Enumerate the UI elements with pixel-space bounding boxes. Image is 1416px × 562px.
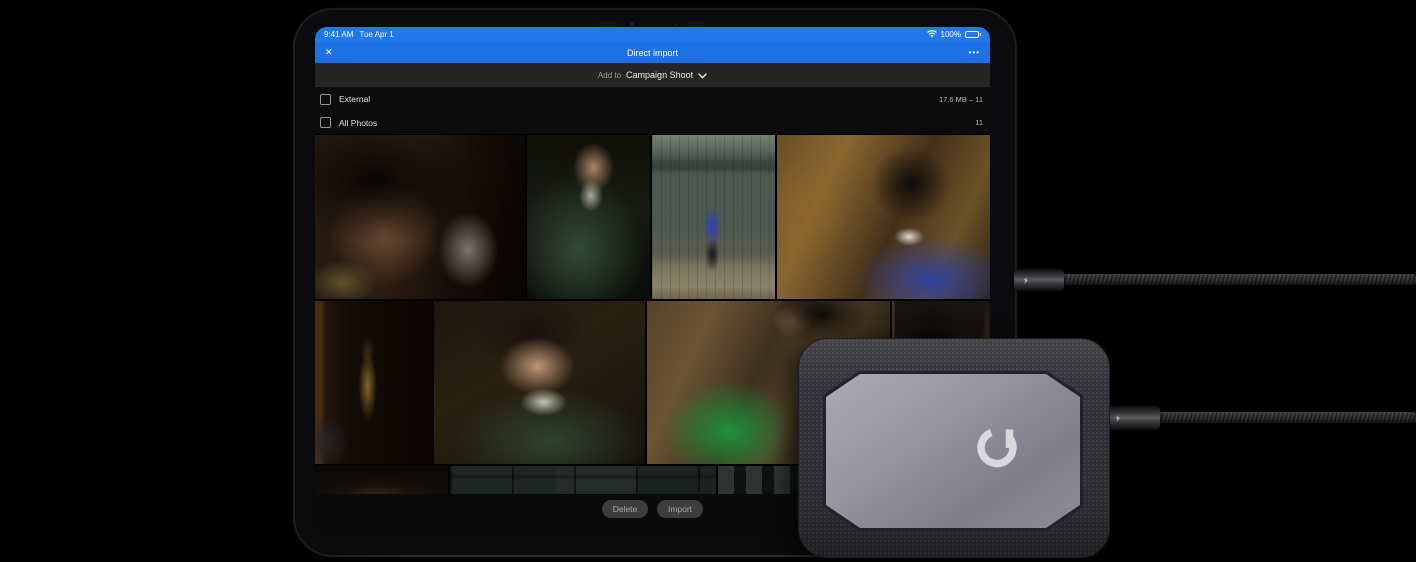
- battery-full-icon: [965, 31, 981, 38]
- photo-thumbnail[interactable]: [527, 135, 650, 299]
- external-checkbox[interactable]: [320, 93, 331, 105]
- drive-face-bevel: [823, 371, 1083, 531]
- status-date: Tue Apr 1: [359, 30, 394, 39]
- g-drive-logo: [973, 421, 1025, 478]
- all-photos-checkbox[interactable]: [320, 117, 331, 128]
- external-ssd-drive: [798, 338, 1110, 558]
- status-left: 9:41 AM Tue Apr 1: [324, 30, 400, 39]
- source-row-external[interactable]: External 17.6 MB – 11: [315, 87, 990, 111]
- connector-logo-icon: [1023, 276, 1029, 284]
- page-title: Direct import: [626, 47, 678, 58]
- source-count: 11: [975, 118, 983, 127]
- photo-thumbnail[interactable]: [652, 135, 775, 299]
- status-bar: 9:41 AM Tue Apr 1 100%: [315, 27, 990, 42]
- wifi-icon: [926, 29, 937, 40]
- photo-thumbnail[interactable]: [777, 135, 990, 299]
- photo-thumbnail[interactable]: [315, 300, 432, 465]
- front-camera: [630, 22, 634, 26]
- source-size-count: 17.6 MB – 11: [938, 94, 983, 104]
- usb-cable: [1060, 274, 1416, 285]
- status-right: 100%: [926, 29, 981, 40]
- photo-thumbnail[interactable]: [315, 466, 448, 494]
- selected-album: Campaign Shoot: [626, 70, 694, 80]
- add-to-album-dropdown[interactable]: Add to Campaign Shoot: [315, 63, 990, 87]
- photo-row: [315, 135, 990, 299]
- chevron-down-icon: [698, 66, 707, 84]
- scene: 9:41 AM Tue Apr 1 100% ✕ Direct import •…: [0, 0, 1416, 562]
- add-to-label: Add to: [597, 70, 622, 80]
- photo-thumbnail[interactable]: [315, 135, 525, 299]
- import-button[interactable]: Import: [657, 500, 703, 518]
- more-options-icon[interactable]: •••: [969, 48, 980, 57]
- battery-percent: 100%: [940, 30, 961, 39]
- usb-connector: [1014, 269, 1064, 291]
- status-time: 9:41 AM: [324, 30, 354, 39]
- photo-thumbnail[interactable]: [450, 466, 716, 494]
- connector-logo-icon: [1115, 414, 1121, 422]
- delete-button[interactable]: Delete: [602, 500, 648, 518]
- source-label: External: [339, 94, 371, 104]
- usb-cable: [1156, 412, 1416, 423]
- source-label: All Photos: [339, 117, 378, 128]
- import-header: ✕ Direct import •••: [315, 42, 990, 63]
- sensor-dot: [674, 23, 677, 26]
- drive-metal-panel: [826, 374, 1080, 528]
- usb-connector: [1106, 406, 1160, 430]
- source-row-all-photos[interactable]: All Photos 11: [315, 111, 990, 134]
- photo-thumbnail[interactable]: [434, 300, 645, 465]
